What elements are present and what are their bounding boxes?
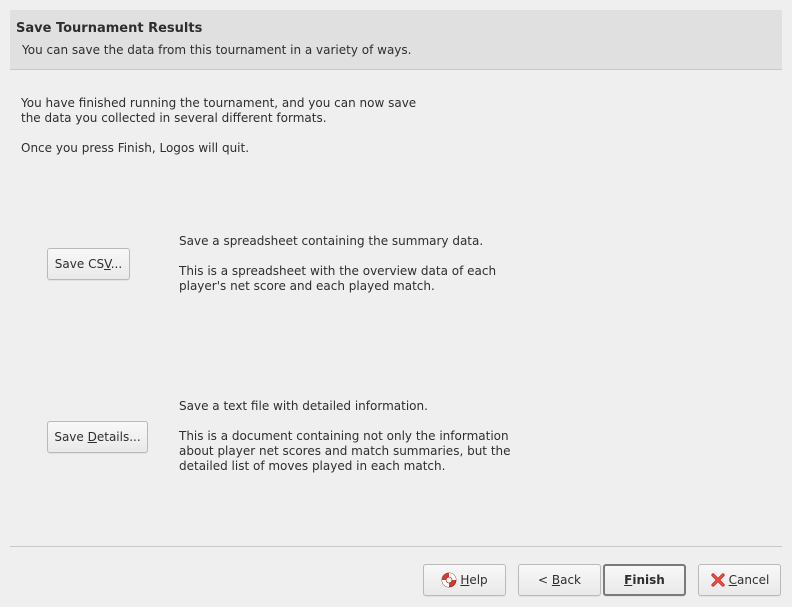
save-csv-button[interactable]: Save CSV... [47,248,130,280]
intro-paragraph-2: Once you press Finish, Logos will quit. [21,141,250,155]
details-description: Save a text file with detailed informati… [179,399,539,474]
save-details-button[interactable]: Save Details... [47,421,148,453]
save-csv-label: Save CSV... [54,257,123,271]
back-label: < Back [537,573,581,587]
cancel-button[interactable]: Cancel [698,564,781,596]
back-button[interactable]: < Back [518,564,601,596]
finish-label: Finish [624,573,665,587]
csv-detail: This is a spreadsheet with the overview … [179,264,497,293]
intro-paragraph-1: You have finished running the tournament… [21,96,417,125]
cancel-label: Cancel [728,573,770,587]
details-summary: Save a text file with detailed informati… [179,399,428,413]
csv-description: Save a spreadsheet containing the summar… [179,234,539,294]
csv-summary: Save a spreadsheet containing the summar… [179,234,484,248]
page-subtitle: You can save the data from this tourname… [22,43,412,57]
footer-separator [10,546,782,547]
page-title: Save Tournament Results [16,21,203,36]
save-details-label: Save Details... [54,430,141,444]
details-detail: This is a document containing not only t… [179,429,511,473]
help-label: Help [460,573,488,587]
finish-button[interactable]: Finish [603,564,686,596]
intro-text: You have finished running the tournament… [21,96,461,156]
lifebuoy-icon [441,572,457,588]
help-button[interactable]: Help [423,564,506,596]
red-x-icon [710,572,726,588]
wizard-header: Save Tournament Results You can save the… [10,10,782,70]
